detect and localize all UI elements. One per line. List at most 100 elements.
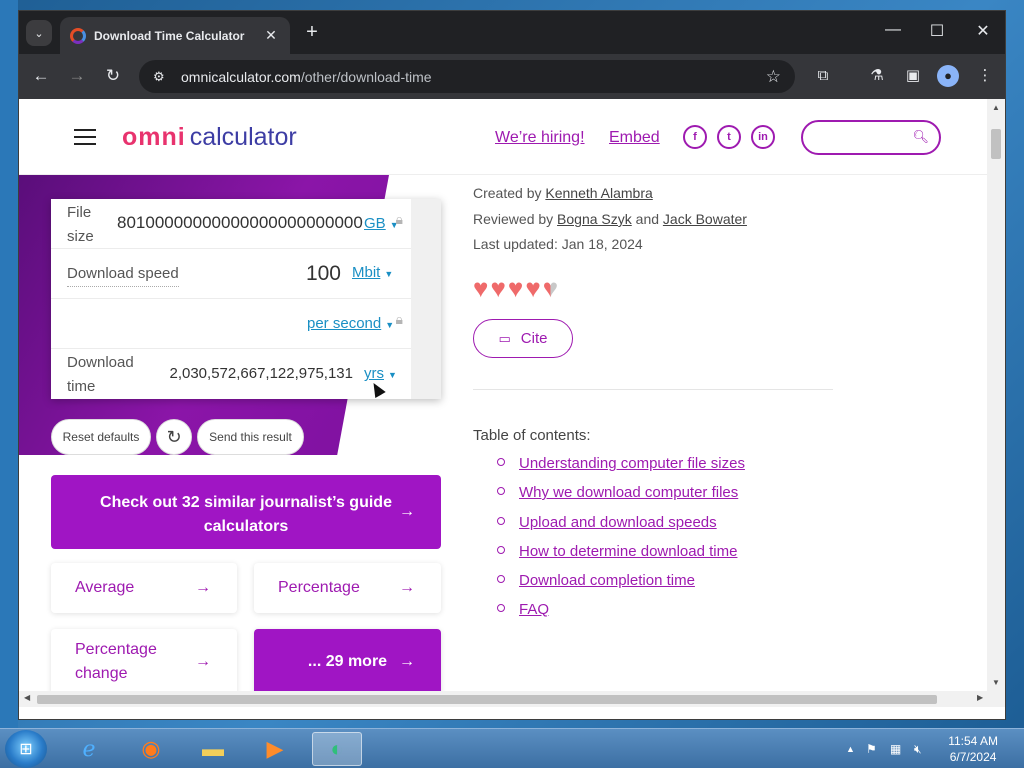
toc-item[interactable]: Understanding computer file sizes bbox=[497, 455, 745, 472]
hamburger-menu-icon[interactable] bbox=[74, 129, 96, 145]
toc-link[interactable]: How to determine download time bbox=[519, 543, 737, 560]
per-unit-select[interactable]: per second ▼ bbox=[307, 315, 394, 332]
horizontal-scroll-thumb[interactable] bbox=[37, 695, 937, 704]
facebook-icon[interactable]: f bbox=[683, 125, 707, 149]
scroll-left-arrow-icon[interactable]: ◀ bbox=[24, 693, 30, 702]
labs-flask-icon[interactable]: ⚗ bbox=[865, 64, 889, 88]
reload-button[interactable]: ↻ bbox=[101, 64, 125, 88]
refresh-icon[interactable]: ↻ bbox=[156, 419, 192, 455]
scroll-down-arrow-icon[interactable]: ▼ bbox=[987, 678, 1005, 687]
twitter-icon[interactable]: t bbox=[717, 125, 741, 149]
minimize-button[interactable]: — bbox=[873, 21, 913, 39]
back-button[interactable]: ← bbox=[29, 64, 53, 88]
rating-hearts[interactable]: ♥ ♥ ♥ ♥ ♥ bbox=[473, 275, 560, 301]
url-host: omnicalculator.com bbox=[181, 68, 301, 85]
toc-item[interactable]: Upload and download speeds bbox=[497, 514, 717, 531]
scroll-right-arrow-icon[interactable]: ▶ bbox=[977, 693, 983, 702]
scroll-thumb[interactable] bbox=[991, 129, 1001, 159]
linkedin-icon[interactable]: in bbox=[751, 125, 775, 149]
vertical-scrollbar[interactable]: ▲ ▼ bbox=[987, 99, 1005, 691]
menu-kebab-icon[interactable]: ⋮ bbox=[973, 64, 997, 88]
tray-expand-icon[interactable]: ▲ bbox=[846, 744, 855, 754]
close-window-button[interactable]: ✕ bbox=[963, 21, 1003, 41]
bullet-icon bbox=[497, 575, 505, 583]
start-button[interactable]: ⊞ bbox=[5, 730, 47, 768]
volume-muted-icon[interactable]: 🔇︎ bbox=[914, 742, 922, 757]
more-calculators-label: ... 29 more bbox=[307, 653, 388, 670]
download-time-unit-select[interactable]: yrs ▼ bbox=[364, 365, 397, 382]
cite-label: Cite bbox=[520, 330, 548, 347]
half-heart-icon[interactable]: ♥ bbox=[543, 275, 558, 301]
url-path: /other/download-time bbox=[300, 68, 432, 85]
firefox-icon[interactable]: ◉ bbox=[126, 732, 176, 766]
download-speed-label: Download speed bbox=[67, 262, 179, 287]
download-speed-unit-select[interactable]: Mbit ▼ bbox=[352, 264, 393, 281]
network-icon[interactable]: ▦ bbox=[890, 742, 901, 756]
reset-defaults-button[interactable]: Reset defaults bbox=[51, 419, 151, 455]
profile-avatar-icon[interactable]: ● bbox=[937, 65, 959, 87]
heart-icon[interactable]: ♥ bbox=[525, 275, 540, 301]
extensions-icon[interactable]: ⧉ bbox=[811, 64, 835, 88]
new-tab-button[interactable]: + bbox=[299, 20, 325, 46]
download-time-label: Download time bbox=[67, 354, 134, 395]
reviewer-link[interactable]: Bogna Szyk bbox=[557, 211, 632, 227]
tab-download-time-calculator[interactable]: Download Time Calculator ✕ bbox=[60, 17, 290, 54]
site-info-icon[interactable]: ⚙ bbox=[153, 69, 169, 84]
bullet-icon bbox=[497, 604, 505, 612]
send-result-button[interactable]: Send this result bbox=[197, 419, 304, 455]
more-calculators-button[interactable]: ... 29 more → bbox=[254, 629, 441, 691]
toc-link[interactable]: Download completion time bbox=[519, 572, 695, 589]
heart-icon[interactable]: ♥ bbox=[508, 275, 523, 301]
tab-search-button[interactable]: ⌄ bbox=[26, 20, 52, 46]
hiring-link[interactable]: We’re hiring! bbox=[495, 129, 585, 147]
forward-button[interactable]: → bbox=[65, 64, 89, 88]
toc-item[interactable]: How to determine download time bbox=[497, 543, 737, 560]
file-size-input[interactable]: 80100000000000000000000000 bbox=[117, 213, 363, 233]
heart-icon[interactable]: ♥ bbox=[490, 275, 505, 301]
address-bar[interactable]: ⚙ omnicalculator.com/other/download-time… bbox=[139, 60, 795, 93]
toc-link[interactable]: FAQ bbox=[519, 601, 549, 618]
toc-item[interactable]: Download completion time bbox=[497, 572, 695, 589]
chip-percentage-change[interactable]: Percentage change → bbox=[51, 629, 237, 691]
lock-icon[interactable]: 🔒︎ bbox=[396, 311, 403, 328]
close-tab-icon[interactable]: ✕ bbox=[262, 27, 280, 44]
created-prefix: Created by bbox=[473, 185, 542, 201]
reviewer-link[interactable]: Jack Bowater bbox=[663, 211, 747, 227]
file-size-row: File size 80100000000000000000000000 GB ▼… bbox=[51, 199, 411, 249]
browser-toolbar: ← → ↻ ⚙ omnicalculator.com/other/downloa… bbox=[19, 54, 1005, 99]
flag-icon[interactable]: ⚑ bbox=[866, 742, 877, 756]
similar-calculators-button[interactable]: Check out 32 similar journalist’s guide … bbox=[51, 475, 441, 549]
file-size-unit-select[interactable]: GB ▼ bbox=[364, 215, 399, 232]
chip-percentage[interactable]: Percentage → bbox=[254, 563, 441, 613]
quote-icon: ▭ bbox=[498, 330, 511, 346]
bookmark-star-icon[interactable]: ☆ bbox=[766, 67, 781, 87]
tab-title: Download Time Calculator bbox=[94, 28, 245, 43]
horizontal-scrollbar[interactable]: ◀ ▶ bbox=[19, 691, 1005, 707]
divider bbox=[473, 389, 833, 390]
internet-explorer-icon[interactable]: ℯ bbox=[64, 732, 114, 766]
cite-button[interactable]: ▭ Cite bbox=[473, 319, 573, 358]
heart-icon[interactable]: ♥ bbox=[473, 275, 488, 301]
download-speed-input[interactable]: 100 bbox=[251, 262, 341, 286]
embed-link[interactable]: Embed bbox=[609, 129, 660, 147]
clock-time: 11:54 AM bbox=[948, 734, 998, 748]
site-search-input[interactable]: 🔍︎ bbox=[801, 120, 941, 155]
search-icon[interactable]: 🔍︎ bbox=[912, 129, 929, 145]
toc-link[interactable]: Upload and download speeds bbox=[519, 514, 717, 531]
download-time-output[interactable]: 2,030,572,667,122,975,131 bbox=[141, 365, 353, 382]
lock-icon[interactable]: 🔒︎ bbox=[396, 211, 403, 228]
toc-link[interactable]: Why we download computer files bbox=[519, 484, 738, 501]
media-player-icon[interactable]: ▶ bbox=[250, 732, 300, 766]
maximize-button[interactable]: ☐ bbox=[917, 21, 957, 41]
omni-logo[interactable]: omni calculator bbox=[122, 123, 297, 152]
chrome-taskbar-icon[interactable]: ◐ bbox=[312, 732, 362, 766]
chip-average[interactable]: Average → bbox=[51, 563, 237, 613]
toc-item[interactable]: Why we download computer files bbox=[497, 484, 738, 501]
scroll-up-arrow-icon[interactable]: ▲ bbox=[987, 103, 1005, 112]
system-clock[interactable]: 11:54 AM 6/7/2024 bbox=[948, 733, 998, 765]
file-explorer-icon[interactable]: ▬ bbox=[188, 732, 238, 766]
toc-link[interactable]: Understanding computer file sizes bbox=[519, 455, 745, 472]
side-panel-icon[interactable]: ▣ bbox=[901, 64, 925, 88]
author-link[interactable]: Kenneth Alambra bbox=[545, 185, 652, 201]
toc-item[interactable]: FAQ bbox=[497, 601, 549, 618]
